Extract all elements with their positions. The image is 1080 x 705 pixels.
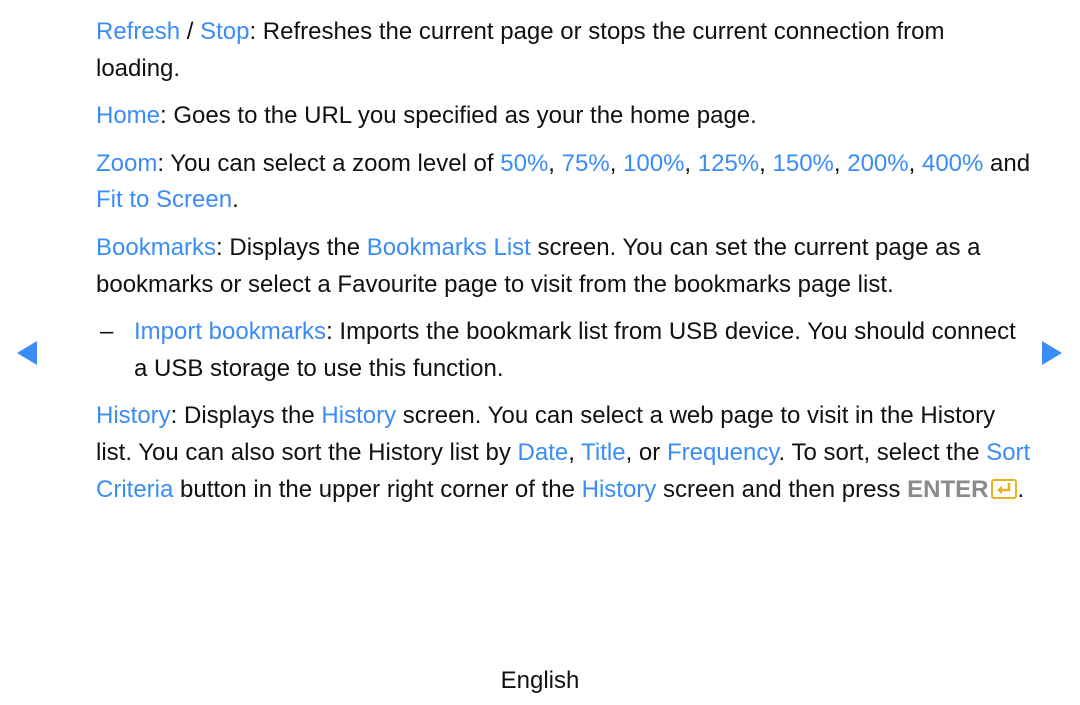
highlighted-term: History [321,402,397,430]
paragraph: History: Displays the History screen. Yo… [96,398,1031,508]
highlighted-term: Zoom [96,149,158,177]
highlighted-term: Frequency [666,438,779,466]
highlighted-term: Import bookmarks [134,318,327,346]
paragraph: Home: Goes to the URL you specified as y… [96,98,1031,135]
highlighted-term: Bookmarks List [366,233,531,261]
text: / [180,18,201,45]
highlighted-term: Fit to Screen [96,186,233,214]
bullet-dash: – [100,318,114,346]
paragraph: Refresh / Stop: Refreshes the current pa… [96,14,1031,87]
highlighted-term: 100% [623,149,685,177]
manual-content: Refresh / Stop: Refreshes the current pa… [96,14,1031,519]
highlighted-term: 400% [921,149,984,177]
highlighted-term: 125% [697,149,760,177]
highlighted-term: 50% [500,149,549,177]
highlighted-term: Date [517,438,569,466]
text: , [568,438,582,466]
highlighted-term: Home [96,102,161,130]
text: , [609,149,624,177]
enter-key-label: ENTER [907,475,989,503]
highlighted-term: 75% [561,149,610,177]
text: , [908,149,922,177]
text: : Displays the [170,402,322,430]
text: . To sort, select the [778,438,987,466]
previous-page-arrow-icon[interactable] [17,341,37,365]
text: : Goes to the URL you specified as your … [160,102,757,130]
text: , [759,149,773,177]
text: , [548,149,562,177]
highlighted-term: Refresh [96,18,181,45]
highlighted-term: History [96,402,171,430]
next-page-arrow-icon[interactable] [1042,341,1062,365]
text: . [232,186,239,214]
highlighted-term: 150% [772,149,834,177]
text: : You can select a zoom level of [157,149,501,177]
highlighted-term: History [581,475,657,503]
footer-language: English [500,667,580,694]
text: screen and then press [656,475,908,503]
text: : Displays the [216,233,367,261]
paragraph: Bookmarks: Displays the Bookmarks List s… [96,230,1031,303]
text: button in the upper right corner of the [173,475,582,503]
highlighted-term: Bookmarks [96,233,217,261]
text: , [684,149,698,177]
highlighted-term: 200% [847,149,909,177]
text: and [983,149,1031,177]
text: , or [625,438,667,466]
text: . [1017,475,1025,503]
highlighted-term: Title [581,438,626,466]
text: , [833,149,848,177]
sub-paragraph: – Import bookmarks: Imports the bookmark … [96,314,1031,387]
paragraph: Zoom: You can select a zoom level of 50%… [96,146,1031,219]
highlighted-term: Stop [200,18,250,45]
enter-icon [991,478,1018,499]
